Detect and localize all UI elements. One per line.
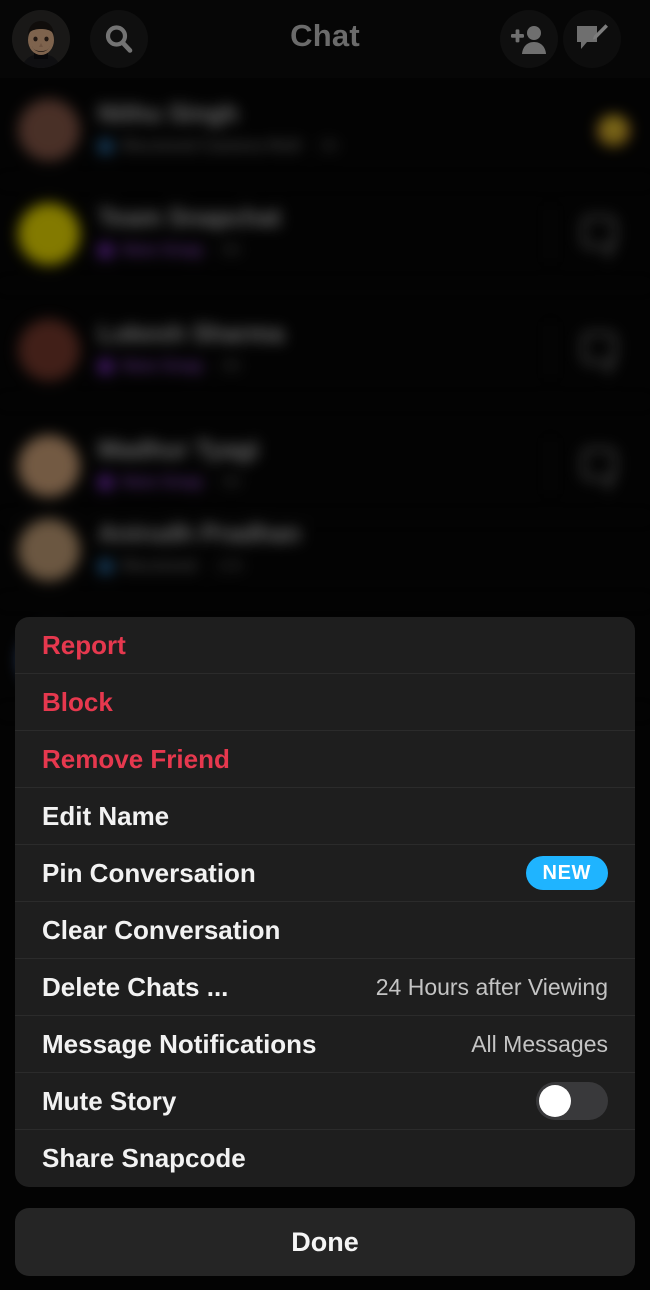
- menu-item-accessory: 24 Hours after Viewing: [376, 974, 608, 1001]
- snapchat-chat-screen: Nithu Singh Received Camera Roll · 3h 😊 Team…: [0, 0, 650, 1290]
- menu-item-accessory: NEW: [525, 856, 608, 890]
- conversation-action-sheet: Report Block Remove Friend Edit Name Pin Con…: [15, 617, 635, 1187]
- menu-item-label: Remove Friend: [42, 743, 230, 774]
- menu-item-accessory: [536, 1082, 608, 1120]
- done-button[interactable]: Done: [15, 1208, 635, 1276]
- new-badge: NEW: [525, 856, 608, 890]
- menu-item-label: Mute Story: [42, 1085, 177, 1116]
- menu-item-label: Delete Chats ...: [42, 971, 229, 1002]
- mute-story-toggle[interactable]: [536, 1082, 608, 1120]
- menu-item-label: Message Notifications: [42, 1028, 317, 1059]
- menu-item-report[interactable]: Report: [15, 617, 635, 674]
- menu-item-message-notifications[interactable]: Message Notifications All Messages: [15, 1016, 635, 1073]
- menu-item-clear-conversation[interactable]: Clear Conversation: [15, 902, 635, 959]
- menu-item-label: Pin Conversation: [42, 857, 256, 888]
- toggle-knob: [539, 1085, 571, 1117]
- done-button-label: Done: [291, 1226, 359, 1257]
- menu-item-label: Clear Conversation: [42, 914, 281, 945]
- menu-item-label: Block: [42, 686, 113, 717]
- menu-item-accessory: All Messages: [471, 1031, 608, 1058]
- menu-item-remove-friend[interactable]: Remove Friend: [15, 731, 635, 788]
- menu-item-value: 24 Hours after Viewing: [375, 973, 608, 1000]
- menu-item-value: All Messages: [471, 1030, 608, 1057]
- menu-item-label: Share Snapcode: [42, 1143, 246, 1173]
- menu-item-mute-story[interactable]: Mute Story: [15, 1073, 635, 1130]
- menu-item-label: Report: [42, 629, 126, 660]
- menu-item-share-snapcode[interactable]: Share Snapcode: [15, 1130, 635, 1187]
- menu-item-label: Edit Name: [42, 800, 170, 831]
- menu-item-pin-conversation[interactable]: Pin Conversation NEW: [15, 845, 635, 902]
- menu-item-block[interactable]: Block: [15, 674, 635, 731]
- menu-item-edit-name[interactable]: Edit Name: [15, 788, 635, 845]
- menu-item-delete-chats[interactable]: Delete Chats ... 24 Hours after Viewing: [15, 959, 635, 1016]
